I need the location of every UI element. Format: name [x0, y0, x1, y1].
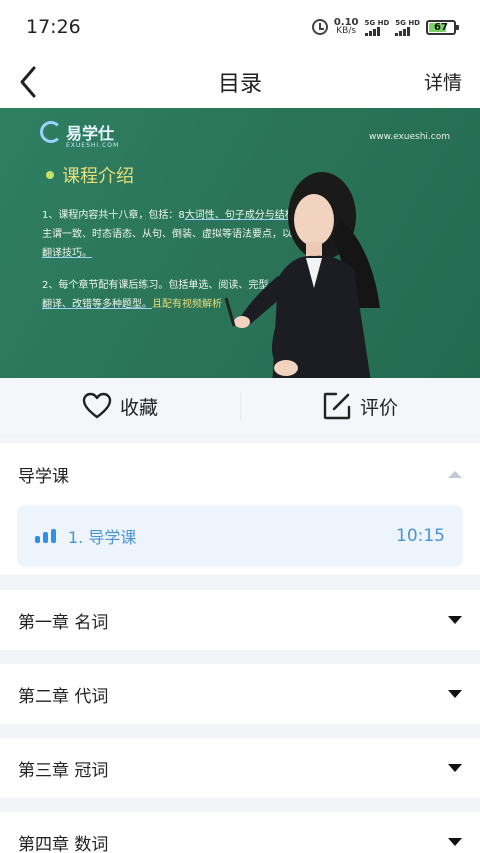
lesson-item[interactable]: 1. 导学课 10:15: [17, 505, 463, 567]
edit-icon: [323, 392, 351, 420]
signal-bars-icon: [395, 26, 411, 36]
collapse-arrow-icon[interactable]: [448, 470, 462, 478]
section-title: 第一章 名词: [18, 612, 109, 633]
section-header[interactable]: 第一章 名词: [0, 590, 480, 650]
review-label: 评价: [359, 396, 398, 419]
section-header[interactable]: 导学课: [0, 443, 480, 505]
status-icons: 0.10 KB/s 5G HD 5G HD 67: [311, 18, 459, 36]
video-logo-text: 易学仕: [66, 124, 115, 143]
signal-sim2-label: 5G HD: [395, 18, 420, 27]
video-logo-sub: EXUESHI.COM: [66, 142, 120, 149]
battery-level: 67: [434, 21, 448, 33]
section-title: 第四章 数词: [18, 834, 109, 853]
section-intro: 导学课 1. 导学课 10:15: [0, 443, 480, 575]
action-divider: [240, 392, 241, 420]
nav-bar: 目录 详情: [0, 56, 480, 108]
expand-arrow-icon[interactable]: [448, 690, 462, 698]
section-header[interactable]: 第二章 代词: [0, 664, 480, 724]
video-para1-a: 1、课程内容共十八章，包括：8: [42, 210, 185, 221]
section-chapter-2[interactable]: 第二章 代词: [0, 664, 480, 724]
video-para2-a: 2、每个章节配有课后练习。包括单选、: [42, 280, 219, 291]
status-bar: 17:26 0.10 KB/s 5G HD 5G HD 67: [0, 0, 480, 56]
video-para2-d: 且配有视频解析: [152, 299, 222, 310]
bullet-dot-icon: [46, 171, 54, 179]
section-chapter-4[interactable]: 第四章 数词: [0, 812, 480, 853]
section-chapter-3[interactable]: 第三章 冠词: [0, 738, 480, 798]
video-heading: 课程介绍: [46, 162, 134, 188]
signal-sim1-label: 5G HD: [364, 18, 390, 27]
video-logo: 易学仕: [40, 120, 114, 144]
network-speed: 0.10 KB/s: [334, 18, 359, 36]
status-time: 17:26: [26, 16, 81, 38]
section-header[interactable]: 第三章 冠词: [0, 738, 480, 798]
action-row: 收藏 评价: [0, 378, 480, 434]
logo-mark-icon: [40, 121, 62, 143]
video-url: www.exueshi.com: [368, 132, 450, 142]
video-para2-c: 翻译、改错等多种题型。: [42, 299, 152, 310]
playing-bars-icon: [35, 529, 56, 543]
video-player[interactable]: 易学仕 EXUESHI.COM www.exueshi.com 课程介绍 1、课…: [0, 108, 480, 378]
section-chapter-1[interactable]: 第一章 名词: [0, 590, 480, 650]
section-title: 第三章 冠词: [18, 760, 109, 781]
section-header[interactable]: 第四章 数词: [0, 812, 480, 853]
heart-icon: [82, 392, 112, 419]
collect-button[interactable]: 收藏: [0, 378, 240, 434]
expand-arrow-icon[interactable]: [448, 616, 462, 624]
network-speed-unit: KB/s: [336, 26, 357, 36]
lesson-duration: 10:15: [396, 526, 445, 546]
section-title: 导学课: [18, 466, 69, 487]
teacher-figure: [224, 172, 380, 378]
expand-arrow-icon[interactable]: [448, 764, 462, 772]
review-button[interactable]: 评价: [240, 378, 480, 434]
expand-arrow-icon[interactable]: [448, 838, 462, 846]
signal-sim2: 5G HD: [395, 19, 420, 36]
section-title: 第二章 代词: [18, 686, 109, 707]
video-para1-d: 翻译技巧。: [42, 248, 92, 259]
detail-button[interactable]: 详情: [424, 68, 462, 95]
signal-sim1: 5G HD: [364, 18, 390, 36]
page-title: 目录: [217, 72, 262, 97]
collect-label: 收藏: [119, 396, 158, 419]
video-heading-text: 课程介绍: [62, 166, 134, 187]
battery-icon: 67: [426, 19, 459, 35]
lesson-title: 1. 导学课: [68, 528, 137, 547]
signal-bars-icon: [364, 26, 380, 36]
alarm-icon: [311, 19, 328, 35]
